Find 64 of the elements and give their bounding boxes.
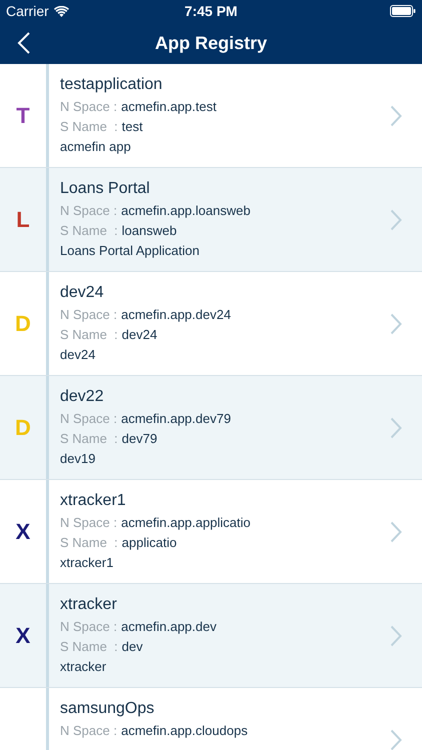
field-label: S Name : [60,222,118,240]
field-label: S Name : [60,326,118,344]
carrier-label: Carrier [6,3,49,19]
field-label: N Space : [60,722,118,740]
app-description: dev19 [60,450,96,468]
namespace-value: acmefin.app.test [121,98,216,116]
app-initial: X [16,518,30,544]
field-label: N Space : [60,618,118,636]
field-label: N Space : [60,514,118,532]
app-initial: D [15,310,31,336]
app-initial: X [16,622,30,648]
short-name-value: dev79 [122,430,158,448]
time-label: 7:45 PM [184,3,238,19]
app-row[interactable]: X xtracker1 N Space : acmefin.app.applicatio S Name : applicatio xtracker1 [0,480,422,584]
chevron-icon [390,104,402,126]
app-name: xtracker1 [60,491,126,511]
app-description: xtracker [60,658,106,676]
short-name-value: dev [122,638,143,656]
chevron-icon [390,312,402,334]
namespace-value: acmefin.app.dev [121,618,216,636]
app-name: xtracker [60,595,117,615]
app-initial: T [16,102,30,128]
short-name-value: applicatio [122,534,177,552]
app-name: Loans Portal [60,179,150,199]
chevron-icon [390,728,402,750]
app-name: dev22 [60,387,104,407]
app-row[interactable]: L Loans Portal N Space : acmefin.app.loansweb S Name : loansweb Loans Portal Application [0,168,422,272]
field-label: N Space : [60,98,118,116]
chevron-icon [390,624,402,646]
app-name: testapplication [60,75,162,95]
short-name-value: loansweb [122,222,177,240]
app-description: acmefin app [60,138,131,156]
app-name: dev24 [60,283,104,303]
namespace-value: acmefin.app.cloudops [121,722,248,740]
field-label: S Name : [60,534,118,552]
app-initial: L [16,206,30,232]
namespace-value: acmefin.app.dev24 [121,306,231,324]
app-row[interactable]: X xtracker N Space : acmefin.app.dev S Name : dev xtracker [0,584,422,688]
chevron-icon [390,208,402,230]
app-row[interactable]: D dev24 N Space : acmefin.app.dev24 S Name : dev24 dev24 [0,272,422,376]
field-label: S Name : [60,118,118,136]
battery-icon [390,5,416,17]
wifi-icon [54,6,69,16]
field-label: N Space : [60,306,118,324]
namespace-value: acmefin.app.dev79 [121,410,231,428]
chevron-icon [390,520,402,542]
namespace-value: acmefin.app.applicatio [121,514,250,532]
field-label: N Space : [60,202,118,220]
namespace-value: acmefin.app.loansweb [121,202,250,220]
back-icon[interactable] [17,31,31,55]
app-description: xtracker1 [60,554,114,572]
short-name-value: test [122,118,143,136]
field-label: N Space : [60,410,118,428]
field-label: S Name : [60,638,118,656]
short-name-value: dev24 [122,326,158,344]
app-description: Loans Portal Application [60,242,200,260]
app-name: samsungOps [60,699,154,719]
app-row[interactable]: D dev22 N Space : acmefin.app.dev79 S Name : dev79 dev19 [0,376,422,480]
field-label: S Name : [60,430,118,448]
app-description: dev24 [60,346,96,364]
app-initial: D [15,414,31,440]
screen-title: App Registry [154,32,268,54]
app-row[interactable]: T testapplication N Space : acmefin.app.test S Name : test acmefin app [0,64,422,168]
chevron-icon [390,416,402,438]
